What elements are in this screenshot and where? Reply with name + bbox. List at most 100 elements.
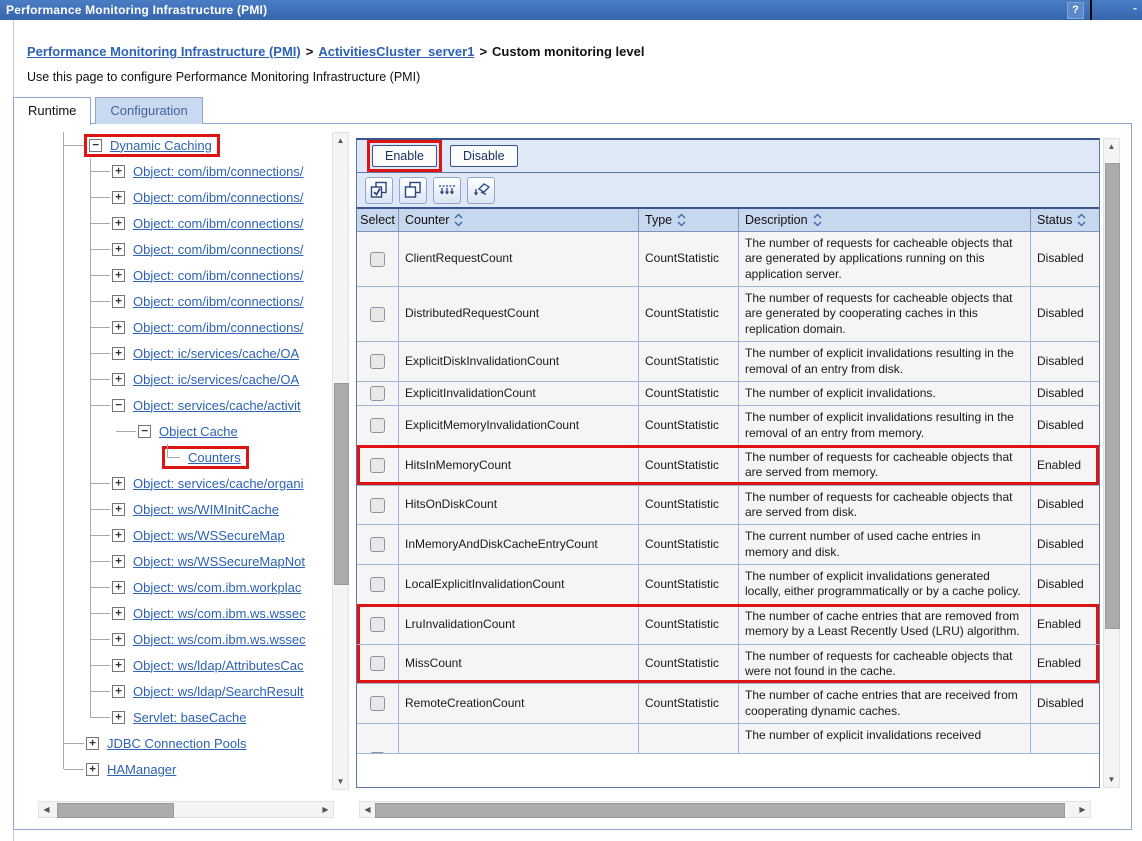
- select-all-icon[interactable]: [365, 177, 393, 204]
- tree-vertical-scrollbar[interactable]: ▲ ▼: [332, 132, 349, 790]
- row-checkbox[interactable]: [370, 752, 385, 754]
- tree-expand-icon[interactable]: +: [112, 321, 125, 334]
- minimize-icon[interactable]: -: [1129, 2, 1141, 17]
- tree-expand-icon[interactable]: +: [86, 763, 99, 776]
- row-checkbox[interactable]: [370, 498, 385, 513]
- column-header-status[interactable]: Status: [1031, 209, 1097, 231]
- tree-expand-icon[interactable]: +: [112, 477, 125, 490]
- table-scrollbar-thumb[interactable]: [375, 803, 1065, 818]
- tree-expand-icon[interactable]: +: [112, 243, 125, 256]
- scroll-right-icon[interactable]: ▶: [318, 802, 333, 817]
- tree-expand-icon[interactable]: +: [112, 555, 125, 568]
- enable-button[interactable]: Enable: [372, 145, 437, 167]
- tree-expand-icon[interactable]: +: [112, 347, 125, 360]
- tree-item-link[interactable]: Object: com/ibm/connections/: [133, 268, 304, 283]
- tree-collapse-icon[interactable]: −: [138, 425, 151, 438]
- scroll-down-icon[interactable]: ▼: [333, 774, 348, 789]
- row-checkbox[interactable]: [370, 696, 385, 711]
- scroll-right-icon[interactable]: ▶: [1075, 802, 1090, 817]
- tree-item-link[interactable]: Object: ws/WSSecureMapNot: [133, 554, 305, 569]
- scroll-up-icon[interactable]: ▲: [1104, 139, 1119, 154]
- sort-icon[interactable]: [1077, 213, 1086, 227]
- row-checkbox[interactable]: [370, 354, 385, 369]
- tree-collapse-icon[interactable]: −: [89, 139, 102, 152]
- tree-item-link[interactable]: Object: ic/services/cache/OA: [133, 346, 299, 361]
- tree-item-link[interactable]: Object: ws/com.ibm.ws.wssec: [133, 606, 306, 621]
- tree-expand-icon[interactable]: +: [112, 711, 125, 724]
- tree-expand-icon[interactable]: +: [112, 191, 125, 204]
- help-icon[interactable]: ?: [1067, 2, 1084, 19]
- table-vertical-scrollbar[interactable]: ▲ ▼: [1103, 138, 1120, 788]
- scroll-left-icon[interactable]: ◀: [39, 802, 54, 817]
- row-checkbox[interactable]: [370, 418, 385, 433]
- tree-expand-icon[interactable]: +: [112, 269, 125, 282]
- row-checkbox[interactable]: [370, 537, 385, 552]
- tree-item-link[interactable]: Servlet: baseCache: [133, 710, 246, 725]
- tree-item-link[interactable]: Object: com/ibm/connections/: [133, 320, 304, 335]
- show-filter-icon[interactable]: [433, 177, 461, 204]
- row-checkbox[interactable]: [370, 386, 385, 401]
- tree-item-link[interactable]: Object: com/ibm/connections/: [133, 216, 304, 231]
- tree-expand-icon[interactable]: +: [86, 737, 99, 750]
- deselect-all-icon[interactable]: [399, 177, 427, 204]
- sort-icon[interactable]: [813, 213, 822, 227]
- tree-item-link[interactable]: HAManager: [107, 762, 176, 777]
- table-horizontal-scrollbar[interactable]: ◀ ▶: [359, 801, 1091, 818]
- disable-button[interactable]: Disable: [450, 145, 518, 167]
- tree-item-link[interactable]: Object: ws/com.ibm.ws.wssec: [133, 632, 306, 647]
- tab-runtime[interactable]: Runtime: [13, 97, 91, 125]
- tree-expand-icon[interactable]: +: [112, 529, 125, 542]
- tree-item-link[interactable]: Object: ws/ldap/SearchResult: [133, 684, 304, 699]
- tree-expand-icon[interactable]: +: [112, 217, 125, 230]
- column-header-counter[interactable]: Counter: [399, 209, 639, 231]
- tree-item-link[interactable]: Object: ic/services/cache/OA: [133, 372, 299, 387]
- tree-expand-icon[interactable]: +: [112, 607, 125, 620]
- tree-item-link[interactable]: Object: ws/WSSecureMap: [133, 528, 285, 543]
- select-cell: [357, 232, 399, 286]
- tree-item-link[interactable]: Object Cache: [159, 424, 238, 439]
- clear-filter-icon[interactable]: [467, 177, 495, 204]
- tree-horizontal-scrollbar[interactable]: ◀ ▶: [38, 801, 334, 818]
- tree-item-link[interactable]: Object: services/cache/organi: [133, 476, 304, 491]
- column-header-description[interactable]: Description: [739, 209, 1031, 231]
- tree-item-link[interactable]: Object: ws/com.ibm.workplac: [133, 580, 301, 595]
- column-header-type[interactable]: Type: [639, 209, 739, 231]
- tree-collapse-icon[interactable]: −: [112, 399, 125, 412]
- breadcrumb-link-pmi[interactable]: Performance Monitoring Infrastructure (P…: [27, 44, 301, 59]
- tree-item-link[interactable]: Object: com/ibm/connections/: [133, 242, 304, 257]
- row-checkbox[interactable]: [370, 307, 385, 322]
- scroll-down-icon[interactable]: ▼: [1104, 772, 1119, 787]
- breadcrumb-link-server[interactable]: ActivitiesCluster_server1: [318, 44, 474, 59]
- tree-scrollbar-thumb[interactable]: [57, 803, 174, 818]
- tree-item-link[interactable]: Object: com/ibm/connections/: [133, 190, 304, 205]
- row-checkbox[interactable]: [370, 617, 385, 632]
- table-row: RemoteCreationCountCountStatisticThe num…: [357, 684, 1099, 724]
- tree-expand-icon[interactable]: +: [112, 165, 125, 178]
- scroll-up-icon[interactable]: ▲: [333, 133, 348, 148]
- sort-icon[interactable]: [454, 213, 463, 227]
- row-checkbox[interactable]: [370, 577, 385, 592]
- tree-item-link[interactable]: Object: ws/WIMInitCache: [133, 502, 279, 517]
- tree-item-link[interactable]: Object: services/cache/activit: [133, 398, 301, 413]
- tree-expand-icon[interactable]: +: [112, 685, 125, 698]
- tree-scrollbar-thumb[interactable]: [334, 383, 349, 585]
- tree-item-link[interactable]: Object: ws/ldap/AttributesCac: [133, 658, 304, 673]
- tree-expand-icon[interactable]: +: [112, 295, 125, 308]
- tree-expand-icon[interactable]: +: [112, 659, 125, 672]
- scroll-left-icon[interactable]: ◀: [360, 802, 375, 817]
- tree-item-link[interactable]: JDBC Connection Pools: [107, 736, 246, 751]
- tree-expand-icon[interactable]: +: [112, 503, 125, 516]
- tree-expand-icon[interactable]: +: [112, 581, 125, 594]
- row-checkbox[interactable]: [370, 252, 385, 267]
- tree-item-link[interactable]: Object: com/ibm/connections/: [133, 294, 304, 309]
- tab-configuration[interactable]: Configuration: [95, 97, 202, 124]
- tree-item-link[interactable]: Dynamic Caching: [110, 138, 212, 153]
- tree-item-link[interactable]: Object: com/ibm/connections/: [133, 164, 304, 179]
- tree-expand-icon[interactable]: +: [112, 633, 125, 646]
- sort-icon[interactable]: [677, 213, 686, 227]
- row-checkbox[interactable]: [370, 458, 385, 473]
- tree-item-link[interactable]: Counters: [188, 450, 241, 465]
- row-checkbox[interactable]: [370, 656, 385, 671]
- tree-expand-icon[interactable]: +: [112, 373, 125, 386]
- table-scrollbar-thumb[interactable]: [1105, 163, 1120, 629]
